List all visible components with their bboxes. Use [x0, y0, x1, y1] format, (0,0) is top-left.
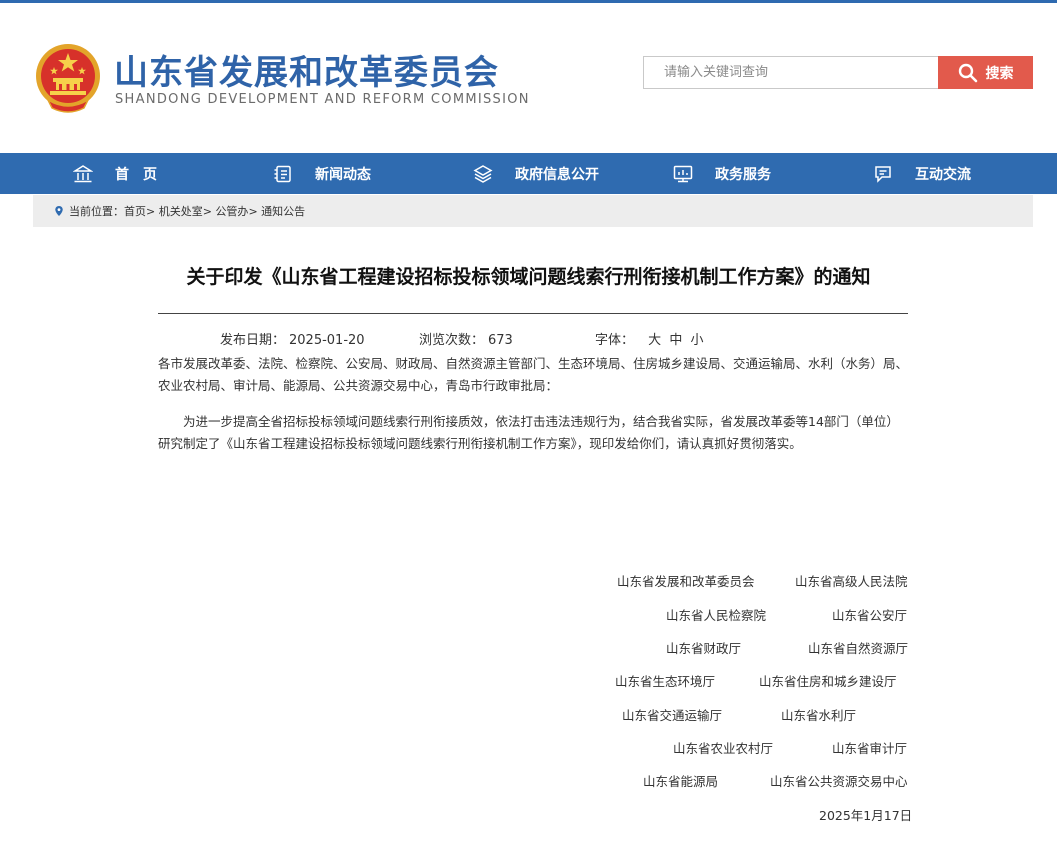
site-title: 山东省发展和改革委员会 — [114, 53, 499, 93]
breadcrumb-separator: > — [146, 204, 156, 218]
font-size-medium[interactable]: 中 — [669, 333, 682, 348]
nav-item-label: 首 页 — [115, 166, 157, 183]
search-button[interactable]: 搜索 — [938, 56, 1033, 89]
signatory: 山东省审计厅 — [832, 741, 908, 756]
view-count-label: 浏览次数： — [419, 333, 485, 348]
nav-item-interaction[interactable]: 互动交流 — [873, 153, 971, 194]
breadcrumb-prefix: 当前位置： — [69, 205, 124, 218]
search-input[interactable] — [643, 56, 939, 89]
font-size-switcher: 字体： 大 中 小 — [595, 329, 703, 348]
location-pin-icon — [55, 206, 63, 216]
monitor-chart-icon — [673, 165, 693, 182]
signatory: 山东省财政厅 — [666, 641, 742, 656]
signatory: 山东省水利厅 — [781, 708, 857, 723]
nav-item-news[interactable]: 新闻动态 — [273, 153, 371, 194]
font-size-small[interactable]: 小 — [690, 333, 703, 348]
breadcrumb-item-notices[interactable]: 通知公告 — [261, 203, 305, 219]
breadcrumb-item-offices[interactable]: 机关处室 — [159, 203, 203, 219]
national-emblem-icon — [34, 42, 102, 114]
signatory: 山东省交通运输厅 — [622, 708, 723, 723]
breadcrumb-item-home[interactable]: 首页 — [124, 203, 146, 219]
breadcrumb-separator: > — [248, 204, 258, 218]
breadcrumb-separator: > — [202, 204, 212, 218]
main-nav: 首 页 新闻动态 政府信息公开 政务服务 互动交流 — [0, 153, 1057, 194]
signatory: 山东省农业农村厅 — [673, 741, 774, 756]
body-paragraph: 为进一步提高全省招标投标领域问题线索行刑衔接质效，依法打击违法违规行为，结合我省… — [158, 414, 899, 451]
nav-item-home[interactable]: 首 页 — [73, 153, 157, 194]
publish-date: 发布日期： 2025-01-20 — [220, 329, 365, 348]
nav-item-gov-info[interactable]: 政府信息公开 — [473, 153, 599, 194]
publish-date-label: 发布日期： — [220, 333, 286, 348]
signatory: 山东省能源局 — [643, 774, 719, 789]
nav-item-label: 互动交流 — [915, 166, 971, 183]
signatory: 山东省高级人民法院 — [795, 574, 908, 589]
search-icon — [958, 63, 977, 82]
layers-icon — [473, 164, 493, 183]
recipients-paragraph: 各市发展改革委、法院、检察院、公安局、财政局、自然资源主管部门、生态环境局、住房… — [158, 356, 909, 393]
nav-item-label: 政务服务 — [715, 166, 771, 183]
top-accent-line — [0, 0, 1057, 3]
chat-icon — [875, 165, 891, 183]
article-title: 关于印发《山东省工程建设招标投标领域问题线索行刑衔接机制工作方案》的通知 — [186, 266, 871, 288]
search-button-label: 搜索 — [985, 65, 1014, 82]
signatory: 山东省公共资源交易中心 — [770, 774, 908, 789]
document-date: 2025年1月17日 — [819, 808, 913, 823]
signatory: 山东省人民检察院 — [666, 608, 767, 623]
font-size-label: 字体： — [595, 333, 635, 348]
title-divider — [158, 313, 908, 314]
nav-item-services[interactable]: 政务服务 — [673, 153, 771, 194]
breadcrumb-item-public-management[interactable]: 公管办 — [215, 203, 248, 219]
nav-item-label: 政府信息公开 — [515, 166, 599, 183]
font-size-large[interactable]: 大 — [648, 333, 661, 348]
signatory: 山东省发展和改革委员会 — [617, 574, 755, 589]
site-subtitle: SHANDONG DEVELOPMENT AND REFORM COMMISSI… — [115, 92, 530, 107]
signatory: 山东省住房和城乡建设厅 — [759, 674, 897, 689]
home-icon — [73, 164, 93, 182]
view-count: 浏览次数： 673 — [419, 329, 513, 348]
signatory: 山东省公安厅 — [832, 608, 908, 623]
publish-date-value: 2025-01-20 — [289, 333, 365, 348]
signatory: 山东省自然资源厅 — [808, 641, 909, 656]
nav-item-label: 新闻动态 — [315, 166, 371, 183]
signatory: 山东省生态环境厅 — [615, 674, 716, 689]
view-count-value: 673 — [488, 333, 513, 348]
news-icon — [274, 165, 291, 182]
breadcrumb: 当前位置： 首页 > 机关处室 > 公管办 > 通知公告 — [33, 195, 1033, 227]
